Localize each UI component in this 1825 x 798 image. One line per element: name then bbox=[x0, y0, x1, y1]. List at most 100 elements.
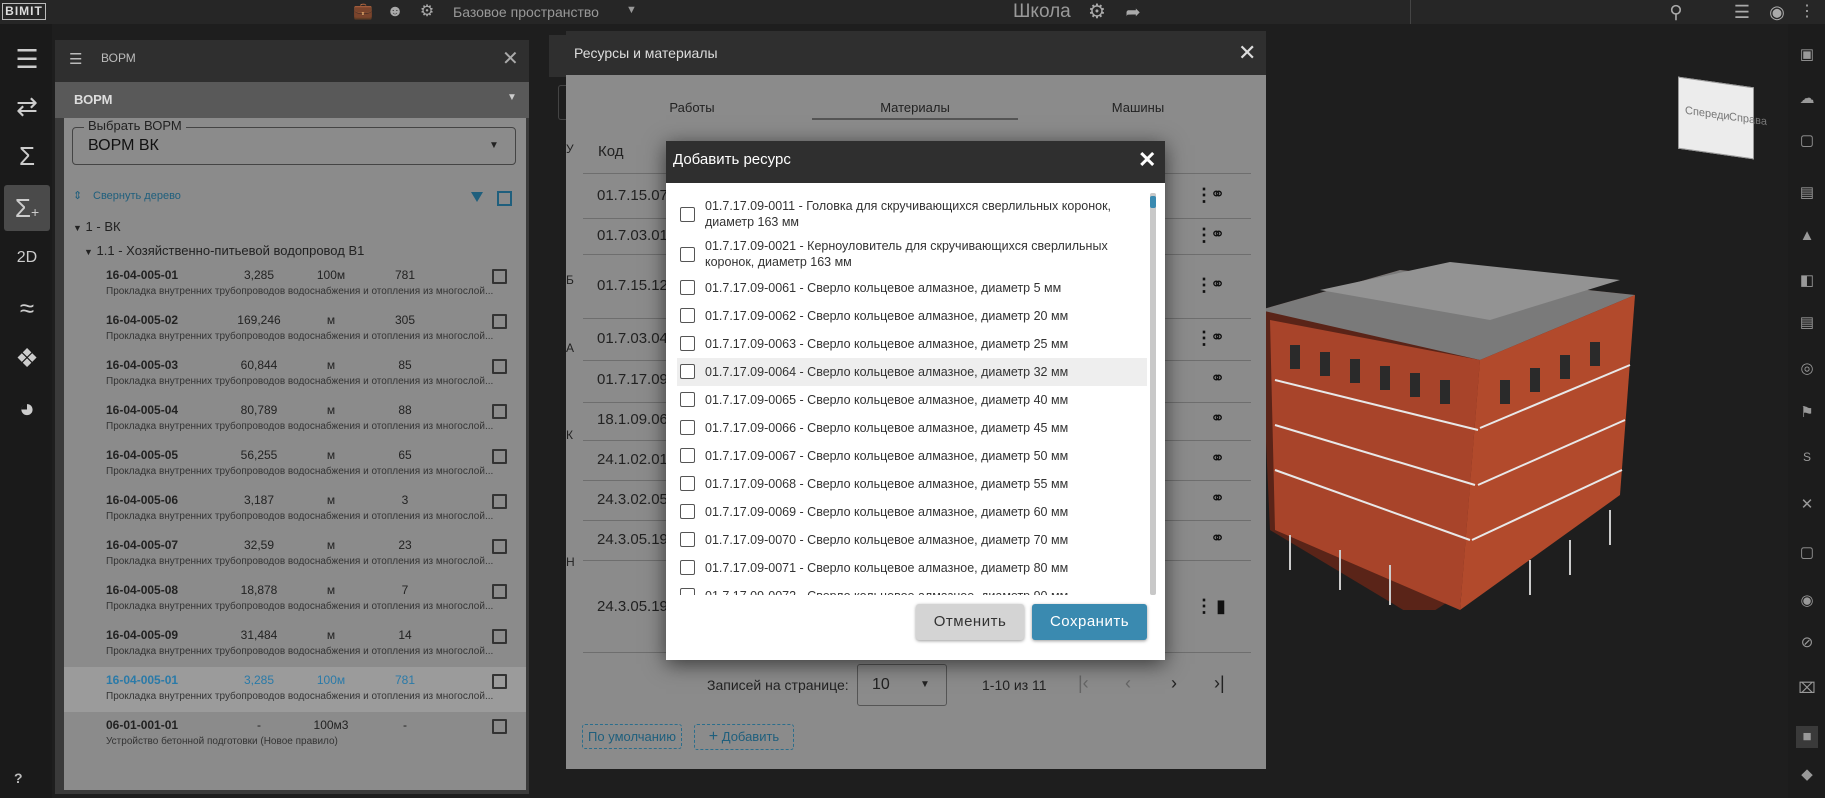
more-vert-icon[interactable]: ⋮ bbox=[1195, 275, 1213, 295]
default-button[interactable]: По умолчанию bbox=[582, 724, 682, 749]
row-open-icon[interactable] bbox=[492, 449, 507, 464]
checkbox[interactable] bbox=[680, 336, 695, 351]
more-vert-icon[interactable]: ⋮ bbox=[1195, 225, 1213, 245]
target-icon[interactable]: ◎ bbox=[1796, 358, 1818, 380]
cube-icon[interactable]: ■ bbox=[1796, 726, 1818, 748]
scrollbar[interactable] bbox=[1150, 193, 1156, 595]
menu-icon[interactable]: ☰ bbox=[69, 50, 82, 68]
resource-list-item[interactable]: 01.7.17.09-0011 - Головка для скручивающ… bbox=[677, 196, 1147, 234]
checkbox[interactable] bbox=[680, 476, 695, 491]
notification-icon[interactable]: ◉ bbox=[1766, 0, 1788, 24]
link-icon[interactable]: ⚭ bbox=[1210, 184, 1225, 205]
link-icon[interactable]: ⚭ bbox=[1210, 327, 1225, 348]
resource-list-item[interactable]: 01.7.17.09-0068 - Сверло кольцевое алмаз… bbox=[677, 470, 1147, 498]
eye-off-icon[interactable]: ⊘ bbox=[1796, 632, 1818, 654]
chevron-down-icon[interactable]: ▼ bbox=[507, 92, 517, 103]
resource-list-item[interactable]: 01.7.17.09-0070 - Сверло кольцевое алмаз… bbox=[677, 526, 1147, 554]
row-open-icon[interactable] bbox=[492, 359, 507, 374]
link-icon[interactable]: ⚭ bbox=[1210, 448, 1225, 469]
filter-icon[interactable] bbox=[471, 192, 483, 202]
resource-list-item[interactable]: 01.7.17.09-0063 - Сверло кольцевое алмаз… bbox=[677, 330, 1147, 358]
next-page-icon[interactable]: › bbox=[1171, 673, 1177, 694]
vorm-row[interactable]: 16-04-005-04 80,789 м 88 Прокладка внутр… bbox=[64, 403, 526, 448]
search-icon[interactable]: ⚲ bbox=[1665, 0, 1687, 24]
resource-list-item[interactable]: 01.7.17.09-0069 - Сверло кольцевое алмаз… bbox=[677, 498, 1147, 526]
link-icon[interactable]: ⚭ bbox=[1210, 528, 1225, 549]
tree-node-l1[interactable]: ▼ 1 - ВК bbox=[73, 219, 121, 234]
link-icon[interactable]: ⚭ bbox=[1210, 274, 1225, 295]
collapse-tree-link[interactable]: Свернуть дерево bbox=[93, 190, 181, 202]
vorm-row[interactable]: 16-04-005-08 18,878 м 7 Прокладка внутре… bbox=[64, 583, 526, 628]
view-cube-front[interactable]: Спереди bbox=[1685, 105, 1730, 123]
checkbox[interactable] bbox=[680, 247, 695, 262]
checkbox[interactable] bbox=[680, 364, 695, 379]
sum-icon[interactable]: Σ bbox=[4, 133, 50, 179]
flag-icon[interactable]: ⚑ bbox=[1796, 402, 1818, 424]
checkbox[interactable] bbox=[680, 532, 695, 547]
vorm-row[interactable]: 16-04-005-09 31,484 м 14 Прокладка внутр… bbox=[64, 628, 526, 673]
help-icon[interactable]: ? bbox=[14, 770, 23, 786]
layers-icon[interactable]: ▤ bbox=[1796, 312, 1818, 334]
users-icon[interactable]: ☻ bbox=[384, 0, 406, 24]
last-page-icon[interactable]: ›| bbox=[1214, 673, 1225, 694]
close-icon[interactable]: ✕ bbox=[1238, 40, 1256, 66]
checkbox[interactable] bbox=[680, 588, 695, 595]
cancel-button[interactable]: Отменить bbox=[916, 604, 1024, 640]
chart-lines-icon[interactable]: ≈ bbox=[4, 285, 50, 331]
row-open-icon[interactable] bbox=[492, 404, 507, 419]
cube-outline-icon[interactable]: ▢ bbox=[1796, 542, 1818, 564]
row-open-icon[interactable] bbox=[492, 314, 507, 329]
settings-shield-icon[interactable]: ⚙ bbox=[416, 0, 438, 24]
nav-cube-icon[interactable]: ◆ bbox=[1796, 764, 1818, 786]
sum-plus-icon[interactable]: Σ+ bbox=[4, 185, 50, 231]
tab-machines[interactable]: Машины bbox=[1098, 100, 1178, 120]
more-vert-icon[interactable]: ⋮ bbox=[1195, 185, 1213, 205]
per-page-select[interactable]: 10 ▼ bbox=[857, 664, 947, 706]
tree-node-l2[interactable]: ▼ 1.1 - Хозяйственно-питьевой водопровод… bbox=[84, 243, 364, 258]
select-box-icon[interactable]: ▢ bbox=[1796, 130, 1818, 152]
space-select[interactable]: Базовое пространство bbox=[453, 4, 599, 20]
chevron-down-icon[interactable]: ▼ bbox=[920, 679, 930, 690]
chevron-down-icon[interactable]: ▼ bbox=[489, 140, 499, 151]
box-x-icon[interactable]: ⌧ bbox=[1796, 678, 1818, 700]
resource-list-item[interactable]: 01.7.17.09-0062 - Сверло кольцевое алмаз… bbox=[677, 302, 1147, 330]
tab-works[interactable]: Работы bbox=[652, 100, 732, 120]
focus-icon[interactable]: ▣ bbox=[1796, 44, 1818, 66]
resource-list-item[interactable]: 01.7.17.09-0064 - Сверло кольцевое алмаз… bbox=[677, 358, 1147, 386]
save-button[interactable]: Сохранить bbox=[1032, 604, 1147, 640]
briefcase-icon[interactable]: 💼 bbox=[352, 0, 374, 24]
link-icon[interactable]: ⚭ bbox=[1210, 368, 1225, 389]
vorm-row[interactable]: 16-04-005-01 3,285 100м 781 Прокладка вн… bbox=[64, 673, 526, 718]
resource-list-item[interactable]: 01.7.17.09-0072 - Сверло кольцевое алмаз… bbox=[677, 582, 1147, 595]
resource-list[interactable]: 01.7.17.09-0011 - Головка для скручивающ… bbox=[666, 183, 1156, 595]
shuffle-icon[interactable]: ⇄ bbox=[4, 83, 50, 129]
row-open-icon[interactable] bbox=[492, 584, 507, 599]
row-open-icon[interactable] bbox=[492, 494, 507, 509]
checkbox[interactable] bbox=[680, 504, 695, 519]
resource-list-item[interactable]: 01.7.17.09-0065 - Сверло кольцевое алмаз… bbox=[677, 386, 1147, 414]
vorm-row[interactable]: 16-04-005-03 60,844 м 85 Прокладка внутр… bbox=[64, 358, 526, 403]
gear-icon[interactable]: ⚙ bbox=[1086, 0, 1108, 24]
share-icon[interactable]: ➦ bbox=[1122, 0, 1144, 24]
row-open-icon[interactable] bbox=[492, 629, 507, 644]
link-icon[interactable]: ⚭ bbox=[1210, 408, 1225, 429]
checkbox[interactable] bbox=[680, 308, 695, 323]
vorm-row[interactable]: 16-04-005-06 3,187 м 3 Прокладка внутрен… bbox=[64, 493, 526, 538]
checkbox[interactable] bbox=[680, 448, 695, 463]
scrollbar-thumb[interactable] bbox=[1150, 196, 1156, 208]
resource-list-item[interactable]: 01.7.17.09-0071 - Сверло кольцевое алмаз… bbox=[677, 554, 1147, 582]
2d-icon[interactable]: 2D bbox=[4, 235, 50, 281]
resource-list-item[interactable]: 01.7.17.09-0021 - Керноуловитель для скр… bbox=[677, 236, 1147, 274]
vorm-row[interactable]: 16-04-005-05 56,255 м 65 Прокладка внутр… bbox=[64, 448, 526, 493]
more-vert-icon[interactable]: ⋮ bbox=[1195, 328, 1213, 348]
resource-list-item[interactable]: 01.7.17.09-0066 - Сверло кольцевое алмаз… bbox=[677, 414, 1147, 442]
view-cube[interactable]: Спереди Справа bbox=[1678, 76, 1767, 160]
prev-page-icon[interactable]: ‹ bbox=[1125, 673, 1131, 694]
vorm-section-header[interactable]: ВОРМ ▼ bbox=[55, 82, 529, 118]
vorm-row[interactable]: 16-04-005-01 3,285 100м 781 Прокладка вн… bbox=[64, 268, 526, 313]
gauge-icon[interactable]: ◕ bbox=[4, 385, 50, 431]
link-icon[interactable]: ⚭ bbox=[1210, 488, 1225, 509]
checkbox[interactable] bbox=[680, 392, 695, 407]
collapse-icon[interactable]: ⇕ bbox=[73, 189, 82, 202]
section-box-icon[interactable]: ◧ bbox=[1796, 270, 1818, 292]
